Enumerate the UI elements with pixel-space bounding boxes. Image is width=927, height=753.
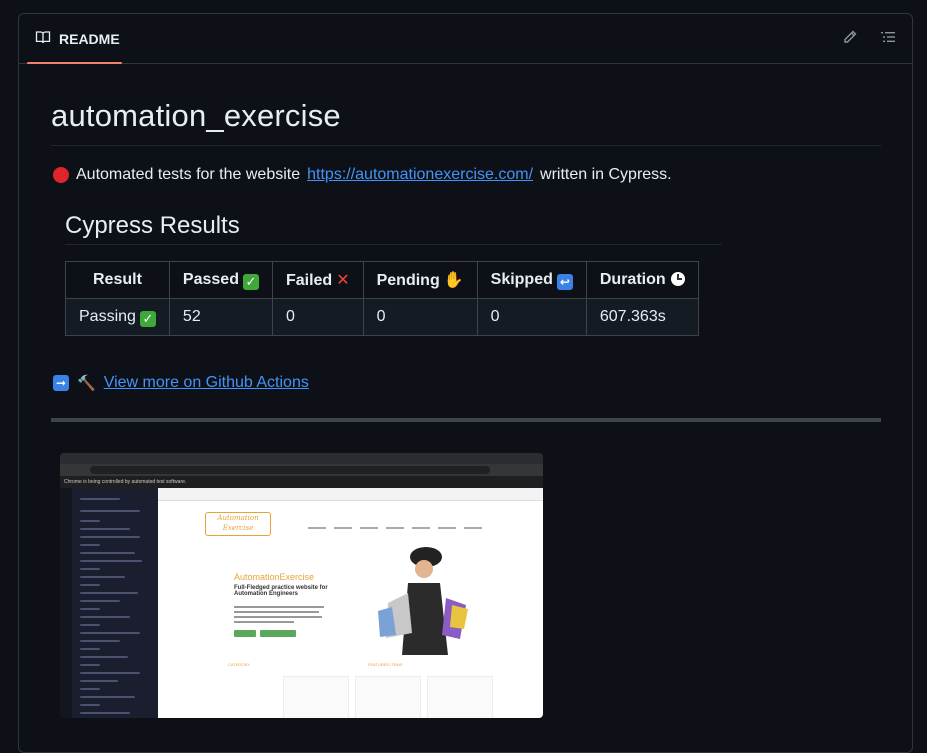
readme-panel: README automation_exercise Automated tes…	[18, 13, 913, 753]
return-arrow-icon: ↩	[556, 273, 573, 290]
page-title: automation_exercise	[51, 98, 341, 133]
pencil-icon	[842, 29, 858, 50]
check-icon: ✓	[242, 273, 259, 290]
cypress-screenshot[interactable]: Chrome is being controlled by automated …	[60, 453, 543, 718]
website-link[interactable]: https://automationexercise.com/	[307, 166, 533, 184]
hammer-icon: 🔨	[77, 375, 96, 392]
right-arrow-icon: ➞	[53, 375, 69, 391]
readme-header: README	[19, 14, 912, 64]
website-preview: Automation Exercise AutomationExercise F…	[158, 488, 543, 718]
more-line: ➞ 🔨 View more on Github Actions	[53, 374, 309, 392]
site-product-card	[283, 676, 349, 718]
header-duration: Duration	[585, 261, 699, 299]
github-actions-link[interactable]: View more on Github Actions	[104, 374, 309, 392]
description-suffix: written in Cypress.	[540, 166, 672, 183]
site-hero-text	[234, 606, 324, 626]
site-nav	[308, 516, 533, 530]
table-row: Passing ✓ 52 0 0 0 607.363s	[65, 298, 699, 336]
cell-result: Passing ✓	[65, 298, 170, 336]
site-product-card	[427, 676, 493, 718]
red-circle-icon	[53, 167, 69, 183]
clock-icon	[670, 272, 685, 286]
hand-icon: ✋	[443, 272, 464, 289]
cypress-sidebar	[60, 488, 158, 718]
check-icon: ✓	[139, 310, 156, 327]
horizontal-rule	[51, 418, 881, 422]
header-skipped: Skipped ↩	[476, 261, 587, 299]
site-product-card	[355, 676, 421, 718]
browser-urlbar	[60, 464, 543, 476]
edit-button[interactable]	[837, 26, 863, 52]
description-prefix: Automated tests for the website	[76, 166, 301, 183]
browser-tabbar	[60, 453, 543, 464]
results-heading: Cypress Results	[65, 212, 240, 239]
site-subtitle: Full-Fledged practice website for Automa…	[234, 585, 328, 597]
site-logo: Automation Exercise	[205, 512, 271, 536]
outline-button[interactable]	[875, 26, 901, 52]
cell-passed: 52	[168, 298, 273, 336]
site-featured-label: FEATURES ITEMS	[368, 662, 403, 667]
site-brand: AutomationExercise	[234, 572, 315, 582]
readme-tab[interactable]: README	[27, 14, 122, 64]
title-divider	[51, 145, 881, 146]
header-pending: Pending ✋	[362, 261, 478, 299]
site-category-label: CATEGORY	[228, 662, 251, 667]
description: Automated tests for the website https://…	[53, 166, 672, 184]
readme-tab-label: README	[59, 30, 120, 47]
results-divider	[65, 244, 722, 245]
cross-icon: ✕	[336, 272, 350, 289]
cell-duration: 607.363s	[585, 298, 699, 336]
model-figure-image	[378, 547, 468, 655]
cell-pending: 0	[362, 298, 478, 336]
cell-skipped: 0	[476, 298, 587, 336]
book-icon	[35, 29, 51, 48]
site-button	[234, 630, 256, 637]
cell-failed: 0	[271, 298, 364, 336]
header-failed: Failed ✕	[271, 261, 364, 299]
screenshot-body: Automation Exercise AutomationExercise F…	[60, 488, 543, 718]
site-button	[260, 630, 296, 637]
header-passed: Passed ✓	[168, 261, 273, 299]
list-icon	[880, 29, 896, 50]
header-result: Result	[65, 261, 170, 299]
results-table: Result Passed ✓ Failed ✕ Pending ✋ Skipped ↩…	[65, 261, 699, 336]
automation-warning: Chrome is being controlled by automated …	[60, 476, 543, 488]
table-header-row: Result Passed ✓ Failed ✕ Pending ✋ Skipped ↩…	[65, 261, 699, 299]
